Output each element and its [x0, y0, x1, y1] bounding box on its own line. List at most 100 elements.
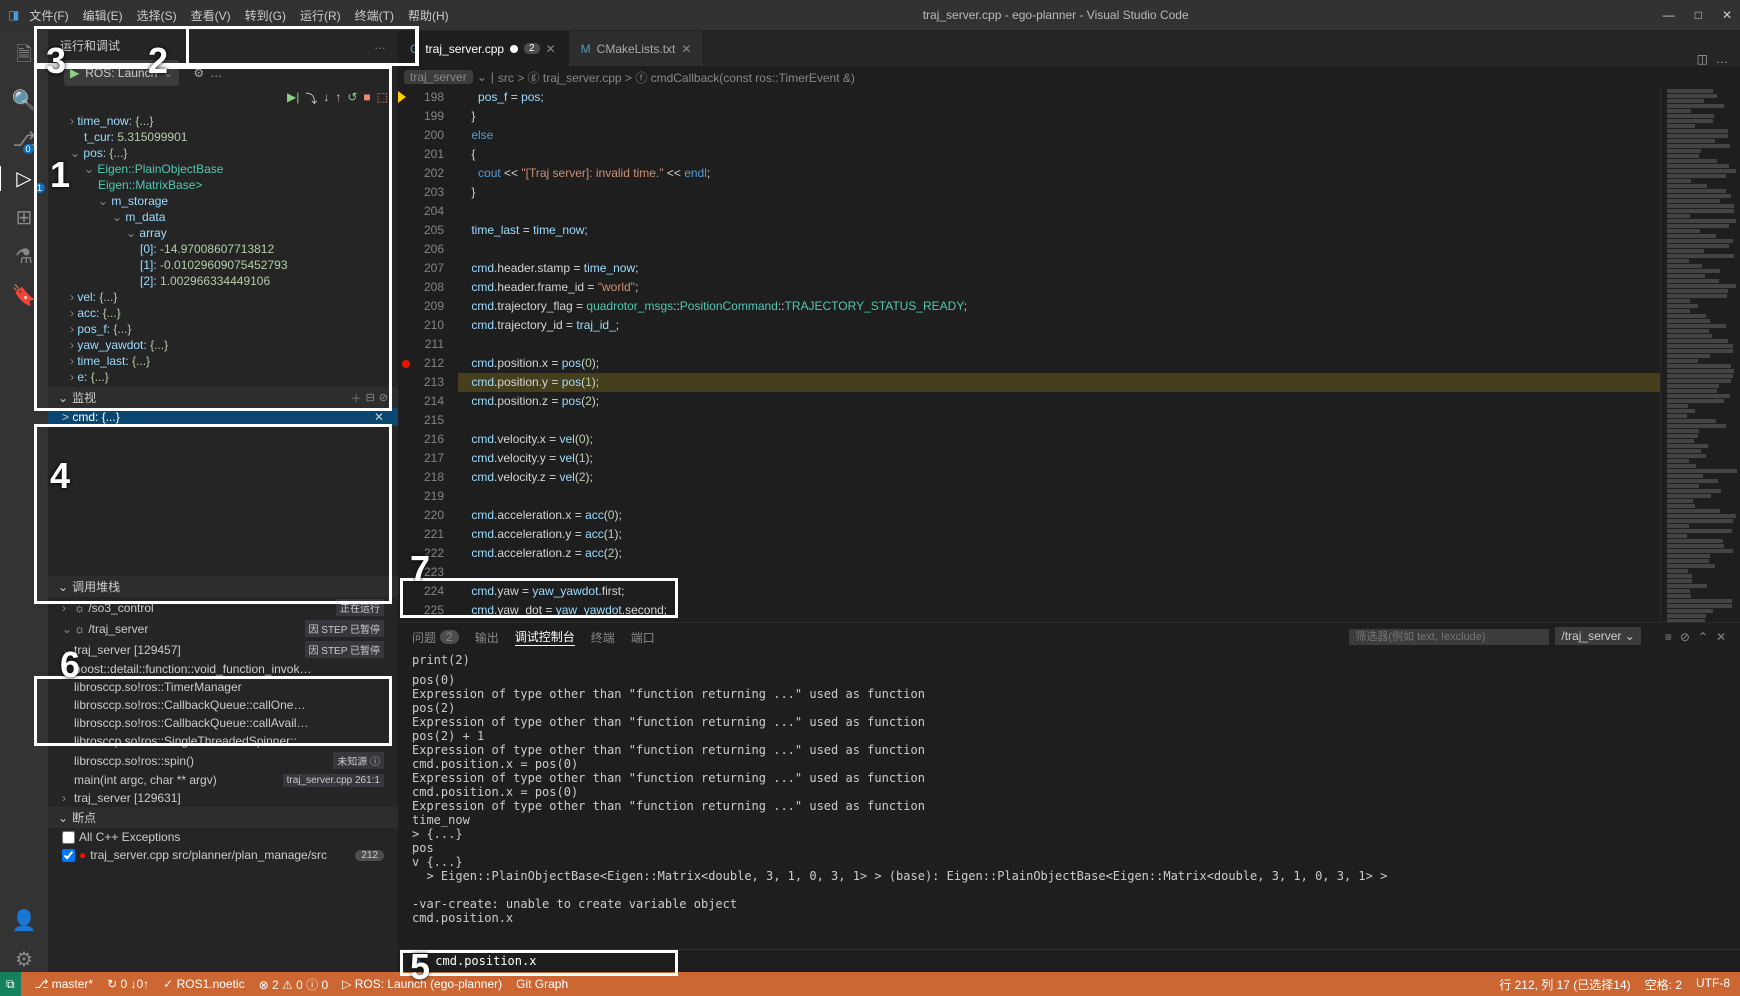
- variable-row[interactable]: [2]: 1.002966334449106: [48, 273, 398, 289]
- step-into-icon[interactable]: ↓: [323, 90, 329, 107]
- callstack-row[interactable]: librosccp.so!ros::SingleThreadedSpinner:…: [48, 732, 398, 750]
- variable-row[interactable]: › vel: {...}: [48, 289, 398, 305]
- debug-console-input[interactable]: ❯: [398, 949, 1740, 972]
- menu-item[interactable]: 运行(R): [300, 7, 341, 24]
- gitgraph-status[interactable]: Git Graph: [516, 977, 568, 991]
- breakpoint-checkbox[interactable]: [62, 849, 75, 862]
- menu-item[interactable]: 选择(S): [137, 7, 177, 24]
- breakpoint-row[interactable]: ●traj_server.cpp src/planner/plan_manage…: [48, 846, 398, 864]
- stop2-icon[interactable]: ⬚: [377, 90, 388, 107]
- variable-row[interactable]: ⌄ pos: {...}: [48, 145, 398, 161]
- cursor-position[interactable]: 行 212, 列 17 (已选择14): [1499, 976, 1630, 993]
- add-watch-icon[interactable]: ＋: [351, 390, 362, 406]
- remove-all-icon[interactable]: ⊘: [379, 391, 388, 404]
- filter-input[interactable]: [1349, 629, 1549, 645]
- settings-icon[interactable]: ⚙: [15, 947, 33, 972]
- menu-item[interactable]: 文件(F): [29, 7, 68, 24]
- testing-icon[interactable]: ⚗: [15, 244, 33, 269]
- variable-row[interactable]: › time_now: {...}: [48, 113, 398, 129]
- panel-tab[interactable]: 调试控制台: [515, 628, 575, 646]
- problems-status[interactable]: ⊗ 2 ⚠ 0 ⓘ 0: [259, 976, 329, 993]
- close-icon[interactable]: ✕: [1716, 630, 1726, 644]
- callstack-section[interactable]: ⌄调用堆栈: [48, 576, 398, 597]
- ros-status[interactable]: ✓ ROS1.noetic: [163, 977, 244, 991]
- launch-config-selector[interactable]: ▶ ROS: Launch ⌄: [64, 60, 179, 86]
- code-editor[interactable]: 1981992002012022032042052062072082092102…: [398, 88, 1740, 622]
- sync-status[interactable]: ↻ 0 ↓0↑: [107, 977, 149, 991]
- menu-item[interactable]: 查看(V): [191, 7, 231, 24]
- callstack-row[interactable]: ⌄traj_server [129457]因 STEP 已暂停: [48, 639, 398, 660]
- node-filter-select[interactable]: /traj_server ⌄: [1555, 627, 1640, 645]
- callstack-row[interactable]: ⌄☼ /traj_server因 STEP 已暂停: [48, 618, 398, 639]
- start-debug-icon[interactable]: ▶: [70, 66, 79, 80]
- callstack-row[interactable]: ›traj_server [129631]: [48, 789, 398, 807]
- panel-tab[interactable]: 端口: [631, 629, 655, 646]
- restart-icon[interactable]: ↺: [347, 90, 357, 107]
- window-control-button[interactable]: —: [1663, 8, 1675, 22]
- menu-item[interactable]: 转到(G): [245, 7, 286, 24]
- more-icon[interactable]: …: [1716, 52, 1728, 66]
- step-over-icon[interactable]: ⤵: [305, 90, 317, 107]
- panel-tab[interactable]: 终端: [591, 629, 615, 646]
- variable-row[interactable]: › e: {...}: [48, 369, 398, 385]
- menu-item[interactable]: 编辑(E): [83, 7, 123, 24]
- variable-row[interactable]: ⌄ m_storage: [48, 193, 398, 209]
- variable-row[interactable]: ⌄ array: [48, 225, 398, 241]
- variable-row[interactable]: ⌄ m_data: [48, 209, 398, 225]
- extensions-icon[interactable]: ⊞: [16, 205, 33, 230]
- code-text[interactable]: pos_f = pos; } else { cout << "[Traj ser…: [458, 88, 1660, 622]
- callstack-row[interactable]: librosccp.so!ros::CallbackQueue::callOne…: [48, 696, 398, 714]
- callstack-row[interactable]: librosccp.so!ros::CallbackQueue::callAva…: [48, 714, 398, 732]
- run-debug-icon[interactable]: ▷1: [0, 166, 47, 191]
- bookmarks-icon[interactable]: 🔖: [12, 283, 37, 308]
- account-icon[interactable]: 👤: [12, 908, 37, 933]
- breakpoint-checkbox[interactable]: [62, 831, 75, 844]
- branch-status[interactable]: ⎇ master*: [35, 977, 94, 991]
- breakpoint-row[interactable]: All C++ Exceptions: [48, 828, 398, 846]
- debug-console-input-field[interactable]: [435, 954, 735, 968]
- gear-icon[interactable]: ⚙: [193, 66, 204, 80]
- variable-row[interactable]: t_cur: 5.315099901: [48, 129, 398, 145]
- stop-icon[interactable]: ■: [363, 90, 370, 107]
- step-out-icon[interactable]: ↑: [335, 90, 341, 107]
- window-control-button[interactable]: □: [1695, 8, 1702, 22]
- menu-item[interactable]: 帮助(H): [408, 7, 449, 24]
- chevron-up-icon[interactable]: ⌃: [1698, 630, 1708, 644]
- callstack-row[interactable]: ›☼ /so3_control正在运行: [48, 597, 398, 618]
- clear-icon[interactable]: ⊘: [1680, 630, 1690, 644]
- window-controls[interactable]: — □ ✕: [1663, 8, 1732, 22]
- split-icon[interactable]: ◫: [1697, 52, 1708, 66]
- variable-row[interactable]: [1]: -0.01029609075452793: [48, 257, 398, 273]
- panel-tab[interactable]: 输出: [475, 629, 499, 646]
- watch-item[interactable]: > cmd: {...} ✕: [48, 408, 398, 426]
- close-icon[interactable]: ✕: [374, 410, 384, 424]
- menu-item[interactable]: 终端(T): [355, 7, 394, 24]
- breadcrumb[interactable]: traj_server⌄ | src > ⓖ traj_server.cpp >…: [398, 66, 1740, 88]
- explorer-icon[interactable]: 🗎: [16, 40, 32, 74]
- callstack-row[interactable]: librosccp.so!ros::spin()未知源 ⓘ: [48, 750, 398, 771]
- encoding-status[interactable]: UTF-8: [1696, 976, 1730, 993]
- variable-row[interactable]: › acc: {...}: [48, 305, 398, 321]
- search-icon[interactable]: 🔍: [12, 88, 37, 113]
- launch-status[interactable]: ▷ ROS: Launch (ego-planner): [342, 977, 502, 991]
- variable-row[interactable]: [0]: -14.97008607713812: [48, 241, 398, 257]
- window-control-button[interactable]: ✕: [1722, 8, 1732, 22]
- editor-tab[interactable]: Gtraj_server.cpp2✕: [398, 31, 569, 66]
- variable-row[interactable]: › time_last: {...}: [48, 353, 398, 369]
- variable-row[interactable]: › pos_f: {...}: [48, 321, 398, 337]
- scm-icon[interactable]: ⎇0: [12, 127, 35, 152]
- more-icon[interactable]: …: [210, 66, 222, 80]
- watch-section[interactable]: ⌄监视 ＋ ⊟ ⊘: [48, 387, 398, 408]
- variable-row[interactable]: Eigen::MatrixBase>: [48, 177, 398, 193]
- close-icon[interactable]: ✕: [546, 42, 556, 56]
- variable-row[interactable]: › yaw_yawdot: {...}: [48, 337, 398, 353]
- variable-row[interactable]: ⌄ Eigen::PlainObjectBase: [48, 161, 398, 177]
- collapse-icon[interactable]: ≡: [1665, 630, 1672, 644]
- editor-tab[interactable]: MCMakeLists.txt✕: [569, 31, 705, 66]
- callstack-row[interactable]: main(int argc, char ** argv)traj_server.…: [48, 771, 398, 789]
- continue-icon[interactable]: ▶|: [287, 90, 299, 107]
- callstack-row[interactable]: boost::detail::function::void_function_i…: [48, 660, 398, 678]
- panel-tab[interactable]: 问题 2: [412, 629, 459, 646]
- callstack-row[interactable]: librosccp.so!ros::TimerManager: [48, 678, 398, 696]
- close-icon[interactable]: ✕: [681, 42, 691, 56]
